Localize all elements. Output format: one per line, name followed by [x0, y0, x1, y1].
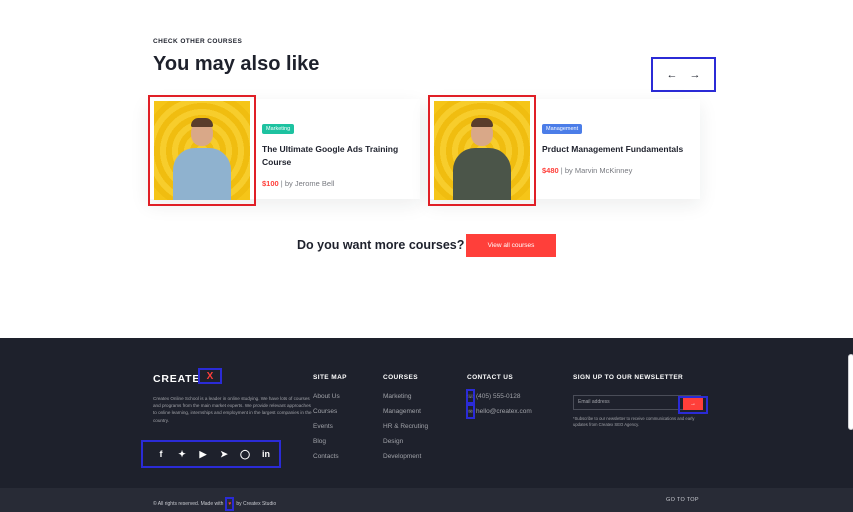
courses-heading: COURSES — [383, 374, 418, 381]
course-author: | by Marvin McKinney — [560, 166, 633, 175]
courses-link-design[interactable]: Design — [383, 434, 428, 449]
arrow-right-icon: → — [683, 398, 703, 410]
contact-email-text: hello@createx.com — [476, 408, 532, 415]
course-meta: $100 | by Jerome Bell — [262, 179, 412, 188]
site-map-link-courses[interactable]: Courses — [313, 404, 347, 419]
site-map-link-blog[interactable]: Blog — [313, 434, 347, 449]
arrow-left-icon[interactable]: ← — [667, 69, 678, 81]
newsletter-heading: SIGN UP TO OUR NEWSLETTER — [573, 374, 684, 381]
contact-column: CONTACT US ☏ (405) 555-0128 ✉ hello@crea… — [466, 374, 532, 419]
section-title: You may also like — [153, 53, 320, 75]
course-meta: $480 | by Marvin McKinney — [542, 166, 692, 175]
carousel-arrows: ← → — [651, 57, 716, 92]
contact-phone-text: (405) 555-0128 — [476, 393, 521, 400]
courses-link-marketing[interactable]: Marketing — [383, 389, 428, 404]
view-all-courses-button[interactable]: View all courses — [466, 234, 556, 257]
course-image — [154, 101, 250, 200]
course-price: $480 — [542, 166, 559, 175]
site-map-column: SITE MAP About Us Courses Events Blog Co… — [313, 374, 347, 464]
course-image — [434, 101, 530, 200]
category-badge: Marketing — [262, 124, 295, 134]
course-image-frame[interactable] — [428, 95, 536, 206]
arrow-right-icon[interactable]: → — [690, 69, 701, 81]
courses-link-development[interactable]: Development — [383, 449, 428, 464]
footer-about-text: Createx Online School is a leader in onl… — [153, 396, 312, 423]
footer-logo[interactable]: CREATE — [153, 373, 200, 385]
heart-icon: ♥ — [225, 497, 235, 511]
logo-x-icon[interactable]: X — [198, 368, 222, 384]
courses-link-hr[interactable]: HR & Recruting — [383, 419, 428, 434]
facebook-icon[interactable]: f — [155, 449, 167, 459]
youtube-icon[interactable]: ▶ — [197, 449, 209, 460]
course-author: | by Jerome Bell — [280, 179, 335, 188]
site-map-link-events[interactable]: Events — [313, 419, 347, 434]
site-map-link-about[interactable]: About Us — [313, 389, 347, 404]
newsletter-submit-button[interactable]: → — [678, 396, 708, 414]
site-map-heading: SITE MAP — [313, 374, 347, 381]
course-price: $100 — [262, 179, 279, 188]
courses-column: COURSES Marketing Management HR & Recrut… — [383, 374, 428, 464]
scrollbar[interactable] — [848, 354, 853, 430]
twitter-icon[interactable]: ✦ — [176, 449, 188, 460]
newsletter-column: SIGN UP TO OUR NEWSLETTER — [573, 374, 683, 389]
contact-phone[interactable]: ☏ (405) 555-0128 — [466, 389, 532, 404]
course-title[interactable]: Prduct Management Fundamentals — [542, 143, 692, 156]
courses-section: CHECK OTHER COURSES You may also like ← … — [0, 0, 853, 338]
course-card[interactable]: Marketing The Ultimate Google Ads Traini… — [148, 95, 420, 206]
site-map-link-contacts[interactable]: Contacts — [313, 449, 347, 464]
contact-email[interactable]: ✉ hello@createx.com — [466, 404, 532, 419]
category-badge: Management — [542, 124, 583, 134]
instagram-icon[interactable]: ◯ — [239, 449, 251, 460]
contact-heading: CONTACT US — [467, 374, 514, 381]
go-to-top-link[interactable]: GO TO TOP — [666, 497, 699, 503]
social-links: f ✦ ▶ ➤ ◯ in — [141, 440, 281, 468]
copyright-text: © All rights reserved. Made with — [153, 501, 224, 507]
footer-bottom-bar — [0, 488, 853, 512]
newsletter-fine-print: *Subscribe to our newsletter to receive … — [573, 416, 695, 427]
more-courses-text: Do you want more courses? — [297, 238, 465, 252]
course-card[interactable]: Management Prduct Management Fundamental… — [428, 95, 700, 206]
copyright-studio: by Createx Studio — [236, 501, 277, 507]
mail-icon: ✉ — [466, 404, 475, 419]
phone-icon: ☏ — [466, 389, 475, 404]
course-title[interactable]: The Ultimate Google Ads Training Course — [262, 143, 412, 169]
telegram-icon[interactable]: ➤ — [218, 449, 230, 460]
linkedin-icon[interactable]: in — [260, 449, 272, 459]
courses-link-management[interactable]: Management — [383, 404, 428, 419]
copyright: © All rights reserved. Made with ♥ by Cr… — [153, 497, 276, 511]
section-eyebrow: CHECK OTHER COURSES — [153, 38, 243, 45]
course-image-frame[interactable] — [148, 95, 256, 206]
